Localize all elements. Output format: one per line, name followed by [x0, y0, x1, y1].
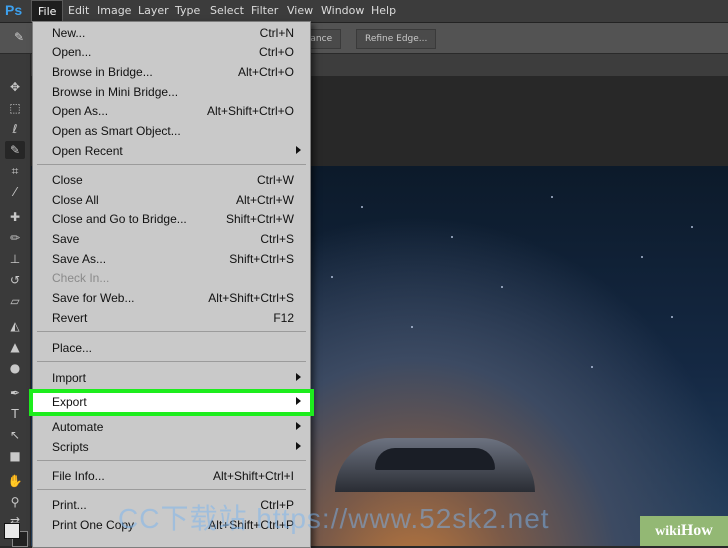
menu-separator	[37, 164, 306, 165]
menu-separator	[37, 331, 306, 332]
submenu-arrow-icon	[296, 397, 301, 405]
rectangle-tool-icon[interactable]: ■	[5, 447, 25, 465]
menu-item-export[interactable]: Export	[29, 389, 314, 416]
menu-separator	[37, 361, 306, 362]
menu-item-open-as[interactable]: Open As... Alt+Shift+Ctrl+O	[33, 102, 310, 121]
menu-item-automate[interactable]: Automate	[33, 418, 310, 437]
crop-tool-icon[interactable]: ⌗	[5, 162, 25, 180]
menu-window[interactable]: Window	[321, 0, 364, 22]
submenu-arrow-icon	[296, 422, 301, 430]
car-window	[375, 448, 495, 470]
pen-tool-icon[interactable]: ✒	[5, 384, 25, 402]
menu-item-open[interactable]: Open... Ctrl+O	[33, 43, 310, 62]
menu-type[interactable]: Type	[175, 0, 200, 22]
hand-tool-icon[interactable]: ✋	[5, 472, 25, 490]
lasso-tool-icon[interactable]: ℓ	[5, 120, 25, 138]
menu-separator	[37, 460, 306, 461]
marquee-tool-icon[interactable]: ⬚	[5, 99, 25, 117]
tools-panel: ✥ ⬚ ℓ ✎ ⌗ ⁄ ✚ ✏ ⊥ ↺ ▱ ◭ ▲ ● ✒ T ↖ ■ ✋ ⚲ …	[0, 54, 31, 546]
file-menu-dropdown: New... Ctrl+N Open... Ctrl+O Browse in Bri…	[29, 21, 314, 548]
menu-item-open-recent[interactable]: Open Recent	[33, 142, 310, 161]
submenu-arrow-icon	[296, 146, 301, 154]
menu-item-save-as[interactable]: Save As... Shift+Ctrl+S	[33, 250, 310, 269]
menu-bar: Ps File Edit Image Layer Type Select Fil…	[0, 0, 728, 23]
menu-item-revert[interactable]: Revert F12	[33, 309, 310, 328]
history-brush-tool-icon[interactable]: ↺	[5, 271, 25, 289]
clone-stamp-tool-icon[interactable]: ⊥	[5, 250, 25, 268]
submenu-arrow-icon	[296, 442, 301, 450]
menu-item-scripts[interactable]: Scripts	[33, 438, 310, 457]
menu-filter[interactable]: Filter	[251, 0, 278, 22]
wikihow-logo: wikiHow	[640, 516, 728, 546]
brush-preset-icon[interactable]: ✎	[14, 30, 24, 44]
menu-item-save-for-web[interactable]: Save for Web... Alt+Shift+Ctrl+S	[33, 289, 310, 308]
menu-item-save[interactable]: Save Ctrl+S	[33, 230, 310, 249]
menu-item-browse-in-mini-bridge[interactable]: Browse in Mini Bridge...	[33, 83, 310, 102]
menu-item-close[interactable]: Close Ctrl+W	[33, 171, 310, 190]
move-tool-icon[interactable]: ✥	[5, 78, 25, 96]
eraser-tool-icon[interactable]: ▱	[5, 292, 25, 310]
menu-item-open-as-smart-object[interactable]: Open as Smart Object...	[33, 122, 310, 141]
brush-tool-icon[interactable]: ✏	[5, 229, 25, 247]
menu-item-close-and-go-to-bridge[interactable]: Close and Go to Bridge... Shift+Ctrl+W	[33, 210, 310, 229]
menu-view[interactable]: View	[287, 0, 313, 22]
menu-edit[interactable]: Edit	[68, 0, 89, 22]
menu-item-close-all[interactable]: Close All Alt+Ctrl+W	[33, 191, 310, 210]
quick-selection-tool-icon[interactable]: ✎	[5, 141, 25, 159]
path-selection-tool-icon[interactable]: ↖	[5, 426, 25, 444]
menu-file[interactable]: File	[31, 0, 64, 22]
menu-separator	[37, 489, 306, 490]
menu-item-place[interactable]: Place...	[33, 339, 310, 358]
foreground-color-swatch[interactable]	[4, 523, 20, 539]
eyedropper-tool-icon[interactable]: ⁄	[5, 183, 25, 201]
menu-item-import[interactable]: Import	[33, 369, 310, 388]
menu-item-file-info[interactable]: File Info... Alt+Shift+Ctrl+I	[33, 467, 310, 486]
menu-layer[interactable]: Layer	[138, 0, 169, 22]
zoom-tool-icon[interactable]: ⚲	[5, 493, 25, 511]
photoshop-logo: Ps	[5, 2, 23, 18]
menu-item-check-in: Check In...	[52, 271, 110, 285]
menu-image[interactable]: Image	[97, 0, 131, 22]
watermark-text: CC下载站 https://www.52sk2.net	[118, 503, 550, 534]
menu-select[interactable]: Select	[210, 0, 244, 22]
blur-tool-icon[interactable]: ▲	[5, 338, 25, 356]
menu-help[interactable]: Help	[371, 0, 396, 22]
paint-bucket-tool-icon[interactable]: ◭	[5, 317, 25, 335]
menu-item-browse-in-bridge[interactable]: Browse in Bridge... Alt+Ctrl+O	[33, 63, 310, 82]
healing-brush-tool-icon[interactable]: ✚	[5, 208, 25, 226]
dodge-tool-icon[interactable]: ●	[5, 359, 25, 377]
menu-item-new[interactable]: New... Ctrl+N	[33, 24, 310, 43]
submenu-arrow-icon	[296, 373, 301, 381]
refine-edge-button[interactable]: Refine Edge...	[356, 29, 437, 49]
type-tool-icon[interactable]: T	[5, 405, 25, 423]
